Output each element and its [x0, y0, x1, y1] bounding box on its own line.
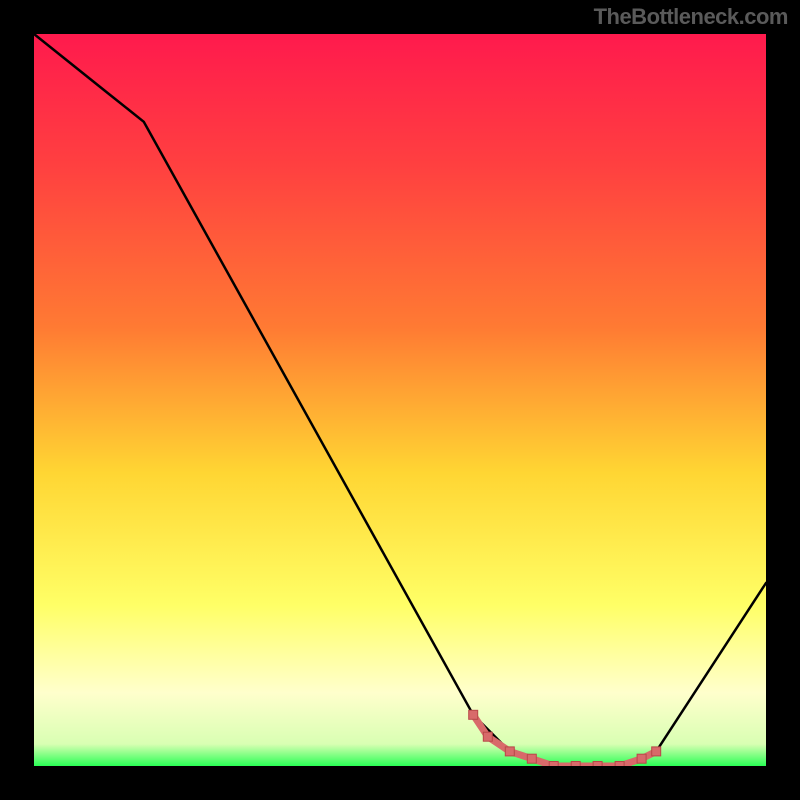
- chart-svg: [34, 34, 766, 766]
- optimal-marker: [483, 732, 492, 741]
- optimal-marker: [615, 762, 624, 767]
- watermark-text: TheBottleneck.com: [594, 4, 788, 30]
- chart-plot-area: [34, 34, 766, 766]
- optimal-marker: [593, 762, 602, 767]
- optimal-marker: [527, 754, 536, 763]
- chart-frame: TheBottleneck.com: [0, 0, 800, 800]
- optimal-marker: [469, 710, 478, 719]
- optimal-marker: [652, 747, 661, 756]
- optimal-marker: [549, 762, 558, 767]
- gradient-background: [34, 34, 766, 766]
- optimal-marker: [571, 762, 580, 767]
- optimal-marker: [505, 747, 514, 756]
- optimal-marker: [637, 754, 646, 763]
